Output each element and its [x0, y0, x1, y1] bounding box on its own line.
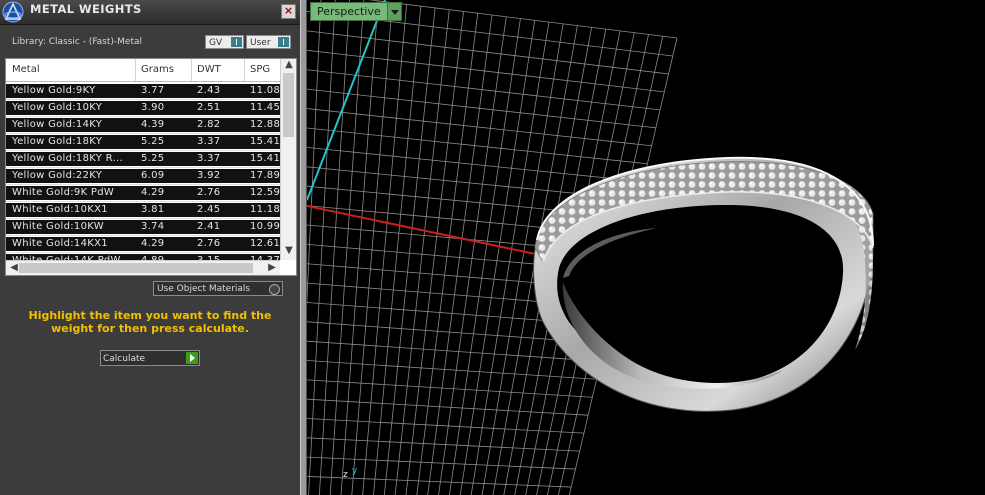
3d-scene[interactable] — [307, 0, 985, 495]
spg-cell: 11.08 — [245, 84, 280, 98]
table-row[interactable]: Yellow Gold:9KY 3.77 2.43 11.08 — [6, 83, 280, 100]
spg-cell: 12.61 — [245, 237, 280, 251]
metal-cell: White Gold:10KX1 — [6, 203, 140, 217]
horizontal-scroll-thumb[interactable] — [19, 263, 253, 273]
dwt-cell: 3.37 — [192, 152, 247, 166]
dwt-cell: 3.37 — [192, 135, 247, 149]
close-button[interactable]: × — [281, 4, 296, 19]
y-axis-line — [307, 0, 386, 201]
metal-table: Metal Grams DWT SPG Yellow Gold:9KY 3.77 2… — [5, 58, 297, 276]
grams-cell: 3.81 — [136, 203, 194, 217]
vertical-scroll-thumb[interactable] — [283, 73, 294, 137]
dwt-cell: 2.76 — [192, 186, 247, 200]
spg-cell: 15.41 — [245, 152, 280, 166]
table-body: Yellow Gold:9KY 3.77 2.43 11.08 Yellow Gold:… — [6, 83, 280, 270]
column-header-spg[interactable]: SPG — [250, 64, 270, 75]
metal-cell: White Gold:10KW — [6, 220, 140, 234]
grams-cell: 4.29 — [136, 237, 194, 251]
dwt-cell: 3.92 — [192, 169, 247, 183]
table-row[interactable]: White Gold:14KX1 4.29 2.76 12.61 — [6, 236, 280, 253]
dropdown-arrow-icon — [231, 37, 242, 47]
table-row[interactable]: Yellow Gold:10KY 3.90 2.51 11.45 — [6, 100, 280, 117]
ring-model[interactable] — [533, 156, 874, 412]
table-header: Metal Grams DWT SPG — [6, 59, 280, 82]
dwt-cell: 2.82 — [192, 118, 247, 132]
grams-cell: 3.74 — [136, 220, 194, 234]
scroll-up-icon[interactable]: ▲ — [281, 59, 296, 70]
column-header-dwt[interactable]: DWT — [197, 64, 221, 75]
table-row[interactable]: White Gold:10KW 3.74 2.41 10.99 — [6, 219, 280, 236]
calculate-button[interactable]: Calculate — [100, 350, 200, 366]
dwt-cell: 2.51 — [192, 101, 247, 115]
vertical-scrollbar[interactable]: ▲ ▼ — [280, 59, 296, 260]
axis-z-label: z — [343, 470, 348, 480]
use-object-materials-toggle[interactable]: Use Object Materials — [153, 281, 283, 296]
view-mode-dropdown[interactable]: Perspective — [310, 2, 402, 21]
view-mode-label: Perspective — [317, 5, 381, 18]
grams-cell: 4.39 — [136, 118, 194, 132]
metal-cell: Yellow Gold:22KY — [6, 169, 140, 183]
user-dropdown[interactable]: User — [246, 35, 291, 49]
panel-splitter[interactable] — [300, 0, 307, 495]
scroll-down-icon[interactable]: ▼ — [281, 245, 296, 256]
table-row[interactable]: White Gold:10KX1 3.81 2.45 11.18 — [6, 202, 280, 219]
metal-weights-panel: METAL WEIGHTS × Library: Classic - (Fast… — [0, 0, 300, 495]
spg-cell: 11.45 — [245, 101, 280, 115]
dropdown-arrow-icon — [278, 37, 289, 47]
table-row[interactable]: Yellow Gold:18KY 5.25 3.37 15.41 — [6, 134, 280, 151]
app-logo-icon — [2, 1, 24, 23]
instruction-text: Highlight the item you want to find the … — [28, 309, 272, 335]
gv-dropdown-value: GV — [209, 38, 223, 48]
metal-cell: White Gold:14KX1 — [6, 237, 140, 251]
radio-icon[interactable] — [269, 284, 280, 295]
user-dropdown-value: User — [250, 38, 271, 48]
dwt-cell: 2.43 — [192, 84, 247, 98]
dwt-cell: 2.76 — [192, 237, 247, 251]
spg-cell: 17.89 — [245, 169, 280, 183]
metal-cell: Yellow Gold:18KY — [6, 135, 140, 149]
spg-cell: 10.99 — [245, 220, 280, 234]
metal-cell: Yellow Gold:9KY — [6, 84, 140, 98]
panel-titlebar[interactable]: METAL WEIGHTS × — [0, 0, 300, 25]
axis-y-label: y — [352, 466, 358, 476]
table-row[interactable]: Yellow Gold:18KY R... 5.25 3.37 15.41 — [6, 151, 280, 168]
column-divider[interactable] — [191, 59, 192, 81]
grams-cell: 6.09 — [136, 169, 194, 183]
grams-cell: 3.90 — [136, 101, 194, 115]
grams-cell: 5.25 — [136, 152, 194, 166]
dwt-cell: 2.41 — [192, 220, 247, 234]
play-arrow-icon[interactable] — [186, 352, 198, 364]
spg-cell: 11.18 — [245, 203, 280, 217]
grams-cell: 4.29 — [136, 186, 194, 200]
metal-cell: White Gold:9K PdW — [6, 186, 140, 200]
scroll-right-icon[interactable]: ▶ — [264, 262, 280, 273]
column-header-grams[interactable]: Grams — [141, 64, 174, 75]
column-header-metal[interactable]: Metal — [12, 64, 40, 75]
table-row[interactable]: Yellow Gold:14KY 4.39 2.82 12.88 — [6, 117, 280, 134]
spg-cell: 15.41 — [245, 135, 280, 149]
horizontal-scrollbar[interactable]: ◀ ▶ — [6, 260, 280, 275]
calculate-label: Calculate — [103, 354, 146, 364]
column-divider[interactable] — [135, 59, 136, 81]
grams-cell: 5.25 — [136, 135, 194, 149]
table-row[interactable]: Yellow Gold:22KY 6.09 3.92 17.89 — [6, 168, 280, 185]
table-row[interactable]: White Gold:9K PdW 4.29 2.76 12.59 — [6, 185, 280, 202]
grams-cell: 3.77 — [136, 84, 194, 98]
library-label: Library: Classic - (Fast)-Metal — [12, 37, 143, 47]
metal-cell: Yellow Gold:18KY R... — [6, 152, 140, 166]
metal-cell: Yellow Gold:10KY — [6, 101, 140, 115]
chevron-down-icon[interactable] — [386, 3, 401, 20]
dwt-cell: 2.45 — [192, 203, 247, 217]
panel-title: METAL WEIGHTS — [30, 2, 142, 16]
metal-cell: Yellow Gold:14KY — [6, 118, 140, 132]
gv-dropdown[interactable]: GV — [205, 35, 244, 49]
column-divider[interactable] — [244, 59, 245, 81]
spg-cell: 12.59 — [245, 186, 280, 200]
use-object-materials-label: Use Object Materials — [157, 284, 251, 294]
spg-cell: 12.88 — [245, 118, 280, 132]
perspective-viewport[interactable]: Perspective z y — [307, 0, 985, 495]
